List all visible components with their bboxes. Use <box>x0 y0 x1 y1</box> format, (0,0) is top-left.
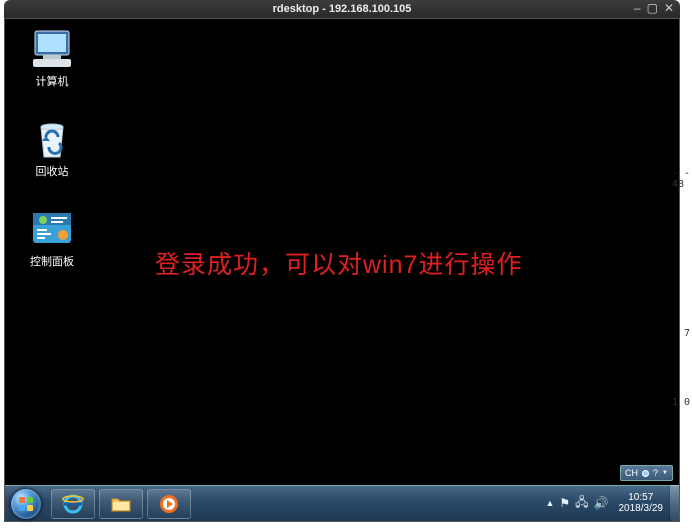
langbar-dropdown-icon[interactable]: ▼ <box>662 470 668 476</box>
desktop-icon-recycle[interactable]: 回收站 <box>17 119 87 179</box>
minimize-button[interactable]: – <box>634 2 641 14</box>
windows-logo-icon <box>19 497 33 511</box>
maximize-button[interactable]: ▢ <box>647 2 658 14</box>
rdesktop-title: rdesktop - 192.168.100.105 <box>273 3 412 15</box>
desktop-icon-control-panel[interactable]: 控制面板 <box>17 209 87 269</box>
folder-icon <box>110 493 132 515</box>
taskbar-pinned-wmp[interactable] <box>147 489 191 519</box>
host-text: 7 <box>684 328 690 339</box>
control-panel-icon <box>17 209 87 251</box>
volume-icon[interactable]: 🔊 <box>594 496 609 510</box>
clock-date: 2018/3/29 <box>619 503 664 514</box>
system-tray: ▲ ⚑ 🖧 🔊 10:57 2018/3/29 <box>541 485 679 521</box>
start-button[interactable] <box>5 486 47 522</box>
help-icon[interactable]: ? <box>653 468 658 478</box>
win7-taskbar: ▲ ⚑ 🖧 🔊 10:57 2018/3/29 <box>5 485 679 521</box>
win7-desktop[interactable]: 计算机 回收站 <box>5 19 679 521</box>
computer-icon <box>17 29 87 71</box>
rdesktop-window: 计算机 回收站 <box>4 18 680 522</box>
taskbar-pinned-ie[interactable] <box>51 489 95 519</box>
annotation-message: 登录成功，可以对win7进行操作 <box>155 245 522 281</box>
host-text: 1 0 <box>672 397 690 408</box>
language-label: CH <box>625 468 638 478</box>
action-center-icon[interactable]: ⚑ <box>559 496 570 510</box>
network-icon[interactable]: 🖧 <box>575 493 588 514</box>
desktop-icon-label: 控制面板 <box>17 253 87 269</box>
ime-status-icon <box>642 470 649 477</box>
language-bar[interactable]: CH ? ▼ <box>620 465 673 481</box>
taskbar-clock[interactable]: 10:57 2018/3/29 <box>613 492 670 514</box>
media-player-icon <box>158 493 180 515</box>
recycle-icon <box>17 119 87 161</box>
ie-icon <box>62 493 84 515</box>
tray-chevron-icon[interactable]: ▲ <box>545 498 554 508</box>
show-desktop-button[interactable] <box>669 485 679 521</box>
clock-time: 10:57 <box>619 492 664 503</box>
host-text: - -48 <box>672 168 690 190</box>
rdesktop-titlebar[interactable]: rdesktop - 192.168.100.105 – ▢ ✕ <box>4 0 680 18</box>
desktop-icon-computer[interactable]: 计算机 <box>17 29 87 89</box>
desktop-icon-label: 计算机 <box>17 73 87 89</box>
taskbar-pinned-explorer[interactable] <box>99 489 143 519</box>
close-button[interactable]: ✕ <box>664 2 674 14</box>
desktop-icon-label: 回收站 <box>17 163 87 179</box>
